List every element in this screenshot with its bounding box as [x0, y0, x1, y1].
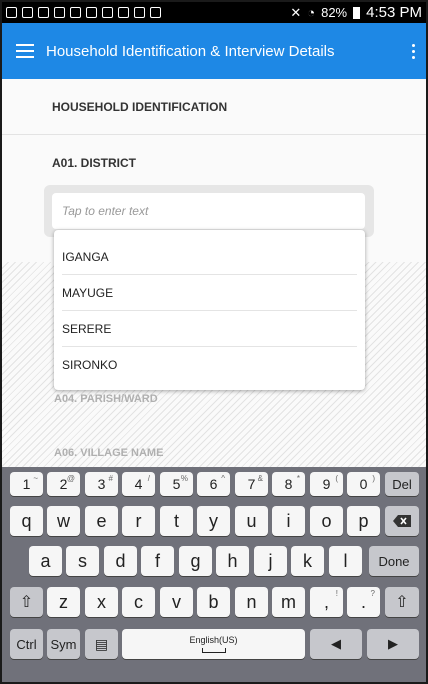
download-icon: [86, 7, 97, 18]
shift-left-icon[interactable]: ⇧: [10, 587, 43, 617]
overflow-menu-icon[interactable]: [410, 43, 416, 59]
key-x[interactable]: x: [85, 587, 118, 617]
key-8[interactable]: 8 *: [272, 472, 305, 496]
key-d[interactable]: d: [104, 546, 137, 576]
photo-icon: [134, 7, 145, 18]
dropdown-option[interactable]: SIRONKO: [62, 347, 357, 383]
key-n[interactable]: n: [235, 587, 268, 617]
battery-icon: [353, 6, 361, 19]
photo-icon: [150, 7, 161, 18]
backspace-icon[interactable]: [385, 506, 419, 536]
delete-key[interactable]: Del: [385, 472, 419, 496]
zxcv-row: ⇧ z x c v b n m ,! .? ⇧: [2, 587, 426, 619]
key-g[interactable]: g: [179, 546, 212, 576]
section-heading: HOUSEHOLD IDENTIFICATION: [2, 79, 426, 135]
page-title: Household Identification & Interview Det…: [46, 42, 335, 60]
key-f[interactable]: f: [141, 546, 174, 576]
cursor-right-icon[interactable]: ▶: [367, 629, 419, 659]
key-y[interactable]: y: [197, 506, 230, 536]
form-content: HOUSEHOLD IDENTIFICATION A01. DISTRICT T…: [2, 79, 426, 469]
key-u[interactable]: u: [235, 506, 268, 536]
wifi-icon: [22, 7, 33, 18]
done-key[interactable]: Done: [369, 546, 419, 576]
question-label-village: A06. VILLAGE NAME: [54, 447, 164, 459]
bottom-row: Ctrl Sym ▤ English(US) ◀ ▶: [2, 629, 426, 661]
sym-key[interactable]: Sym: [47, 629, 80, 659]
mail-icon: [54, 7, 65, 18]
on-screen-keyboard: 1 ~ 2 @ 3 # 4/ 5% 6 ^ 7 & 8 * 9( 0) Del q w e …: [2, 467, 426, 682]
question-label-parish: A04. PARISH/WARD: [54, 393, 158, 405]
key-o[interactable]: o: [310, 506, 343, 536]
notification-icons: [6, 7, 161, 18]
key-z[interactable]: z: [47, 587, 80, 617]
cursor-left-icon[interactable]: ◀: [310, 629, 362, 659]
district-input[interactable]: Tap to enter text: [52, 193, 365, 229]
screen: ✕ ◔ 82% 4:53 PM Household Identification…: [0, 0, 428, 684]
app-bar: Household Identification & Interview Det…: [2, 23, 426, 79]
signal-icon: ◔: [307, 5, 316, 20]
download-icon: [70, 7, 81, 18]
image-icon: [38, 7, 49, 18]
key-p[interactable]: p: [347, 506, 380, 536]
key-e[interactable]: e: [85, 506, 118, 536]
key-i[interactable]: i: [272, 506, 305, 536]
key-6[interactable]: 6 ^: [197, 472, 230, 496]
asdf-row: a s d f g h j k l Done: [2, 546, 426, 578]
key-a[interactable]: a: [29, 546, 62, 576]
key-1[interactable]: 1 ~: [10, 472, 43, 496]
key-3[interactable]: 3 #: [85, 472, 118, 496]
space-bar[interactable]: English(US): [122, 629, 305, 659]
shift-right-icon[interactable]: ⇧: [385, 587, 419, 617]
key-c[interactable]: c: [122, 587, 155, 617]
key-s[interactable]: s: [66, 546, 99, 576]
keyboard-icon: [118, 7, 129, 18]
key-7[interactable]: 7 &: [235, 472, 268, 496]
key-q[interactable]: q: [10, 506, 43, 536]
qwerty-row: q w e r t y u i o p: [2, 506, 426, 538]
key-2[interactable]: 2 @: [47, 472, 80, 496]
space-icon: [201, 648, 226, 653]
key-w[interactable]: w: [47, 506, 80, 536]
battery-level: 82%: [321, 5, 348, 20]
question-label: A01. DISTRICT: [52, 156, 137, 170]
mute-icon: ✕: [290, 4, 302, 20]
key-comma[interactable]: ,!: [310, 587, 343, 617]
cast-icon: [6, 7, 17, 18]
key-j[interactable]: j: [254, 546, 287, 576]
key-b[interactable]: b: [197, 587, 230, 617]
autocomplete-dropdown: IGANGA MAYUGE SERERE SIRONKO: [54, 230, 365, 390]
space-language-label: English(US): [189, 635, 238, 645]
key-5[interactable]: 5%: [160, 472, 193, 496]
number-row: 1 ~ 2 @ 3 # 4/ 5% 6 ^ 7 & 8 * 9( 0) Del: [2, 472, 426, 504]
key-k[interactable]: k: [291, 546, 324, 576]
clipboard-icon[interactable]: ▤: [85, 629, 118, 659]
status-bar: ✕ ◔ 82% 4:53 PM: [2, 2, 426, 23]
key-9[interactable]: 9(: [310, 472, 343, 496]
key-h[interactable]: h: [216, 546, 249, 576]
dropdown-option[interactable]: SERERE: [62, 311, 357, 347]
hamburger-menu-icon[interactable]: [16, 44, 34, 58]
dropdown-option[interactable]: IGANGA: [62, 239, 357, 275]
clock: 4:53 PM: [366, 4, 422, 21]
download-icon: [102, 7, 113, 18]
key-r[interactable]: r: [122, 506, 155, 536]
key-t[interactable]: t: [160, 506, 193, 536]
ctrl-key[interactable]: Ctrl: [10, 629, 43, 659]
key-v[interactable]: v: [160, 587, 193, 617]
key-period[interactable]: .?: [347, 587, 380, 617]
key-l[interactable]: l: [329, 546, 362, 576]
dropdown-option[interactable]: MAYUGE: [62, 275, 357, 311]
key-m[interactable]: m: [272, 587, 305, 617]
key-0[interactable]: 0): [347, 472, 380, 496]
key-4[interactable]: 4/: [122, 472, 155, 496]
